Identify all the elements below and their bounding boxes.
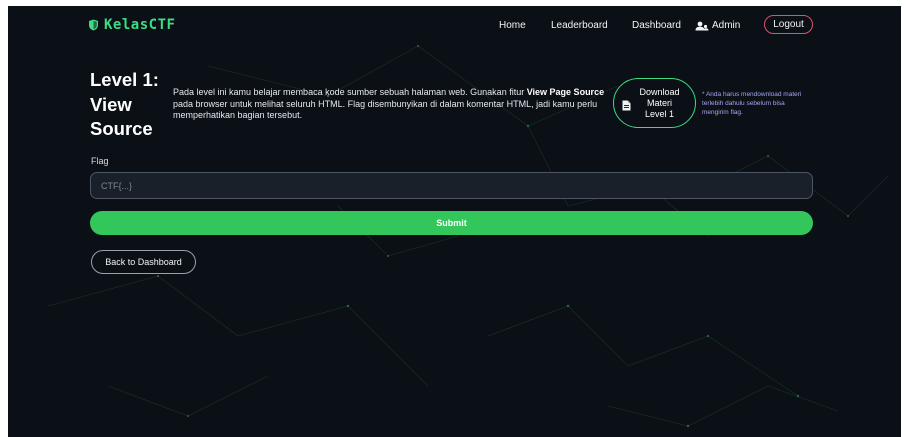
description-text: pada browser untuk melihat seluruh HTML.… xyxy=(173,98,598,121)
flag-label: Flag xyxy=(91,156,109,166)
nav-dashboard-link[interactable]: Dashboard xyxy=(632,20,681,31)
download-label-line: Materi xyxy=(646,97,672,108)
page-frame: KelasCTF Home Leaderboard Dashboard Admi… xyxy=(8,6,901,437)
download-label-line: Download xyxy=(639,86,680,97)
flag-input[interactable] xyxy=(90,172,813,199)
description-bold: View Page Source xyxy=(526,87,605,97)
nav-admin-label: Admin xyxy=(712,20,741,31)
brand-logo[interactable]: KelasCTF xyxy=(88,17,175,33)
logout-button[interactable]: Logout xyxy=(764,15,813,34)
users-icon xyxy=(695,21,709,30)
level-title: Level 1: View Source xyxy=(90,68,159,142)
level-title-line: View xyxy=(90,93,132,115)
nav-leaderboard-link[interactable]: Leaderboard xyxy=(551,20,608,31)
download-label-line: Level 1 xyxy=(644,108,675,119)
submit-button[interactable]: Submit xyxy=(90,211,813,235)
level-title-line: Source xyxy=(90,118,153,139)
shield-icon xyxy=(89,19,98,31)
file-icon xyxy=(622,100,631,111)
back-to-dashboard-button[interactable]: Back to Dashboard xyxy=(91,250,196,274)
back-label: Back to Dashboard xyxy=(105,257,182,267)
logout-label: Logout xyxy=(773,19,804,30)
level-description: Pada level ini kamu belajar membaca kode… xyxy=(173,87,611,122)
nav-home-link[interactable]: Home xyxy=(499,20,526,31)
download-note: * Anda harus mendownload materi terlebih… xyxy=(702,91,802,116)
nav-admin-link[interactable]: Admin xyxy=(695,20,740,31)
navbar: KelasCTF Home Leaderboard Dashboard Admi… xyxy=(8,6,901,48)
download-material-button[interactable]: Download Materi Level 1 xyxy=(613,78,696,128)
brand-name: KelasCTF xyxy=(104,17,176,33)
download-label: Download Materi Level 1 xyxy=(639,87,679,120)
level-title-line: Level 1: xyxy=(90,69,159,90)
description-text: Pada level ini kamu belajar membaca kode… xyxy=(173,87,527,97)
